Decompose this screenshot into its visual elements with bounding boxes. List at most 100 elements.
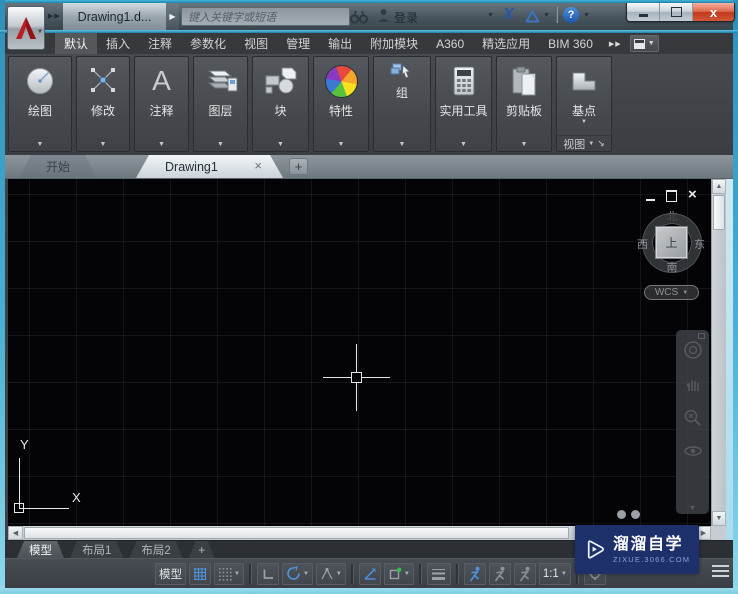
sign-in-dropdown-icon[interactable]: ▼ <box>487 12 494 19</box>
panel-group-expander[interactable]: ▼ <box>374 137 430 151</box>
panel-launcher-icon[interactable]: ↘ <box>597 138 605 149</box>
exchange-x-icon[interactable]: X <box>503 6 514 24</box>
a360-triangle-icon[interactable] <box>525 10 540 23</box>
close-button[interactable]: x <box>693 3 734 21</box>
panel-clipboard-button[interactable]: 剪贴板 <box>497 57 551 137</box>
panel-draw-expander[interactable]: ▼ <box>9 137 71 151</box>
panel-block-button[interactable]: 块 <box>253 57 308 137</box>
help-dropdown-icon[interactable]: ▼ <box>583 12 590 19</box>
panel-draw-button[interactable]: 绘图 <box>9 57 71 137</box>
layout-tab-model[interactable]: 模型 <box>17 541 64 558</box>
viewcube-east[interactable]: 东 <box>694 236 705 252</box>
panel-layers-expander[interactable]: ▼ <box>194 137 247 151</box>
customization-menu-button[interactable] <box>712 565 729 577</box>
vertical-scroll-thumb[interactable] <box>713 195 725 230</box>
panel-annotate-button[interactable]: A 注释 <box>135 57 188 137</box>
panel-group-button[interactable]: 组 <box>374 57 430 137</box>
application-menu-button[interactable]: ▼ <box>7 6 45 50</box>
annotation-autoscale-button[interactable] <box>488 562 511 585</box>
ribbon-tabs-overflow-icon[interactable]: ▶▶ <box>609 40 622 48</box>
panel-modify-expander[interactable]: ▼ <box>77 137 129 151</box>
snap-mode-button[interactable]: ▼ <box>214 562 244 585</box>
close-icon[interactable]: × <box>254 159 262 173</box>
chevron-down-icon[interactable]: ▼ <box>303 571 309 577</box>
view-panel-footer[interactable]: 视图 ▼ ↘ <box>557 135 611 151</box>
chevron-down-icon[interactable]: ▼ <box>561 571 567 577</box>
panel-annotate-expander[interactable]: ▼ <box>135 137 188 151</box>
ribbon-tab-output[interactable]: 输出 <box>319 33 361 54</box>
panel-properties-expander[interactable]: ▼ <box>314 137 368 151</box>
ribbon-tab-annotate[interactable]: 注释 <box>139 33 181 54</box>
ribbon-tab-parametric[interactable]: 参数化 <box>181 33 235 54</box>
ribbon-tab-featured-apps[interactable]: 精选应用 <box>473 33 539 54</box>
lineweight-button[interactable] <box>426 562 451 585</box>
ribbon-tab-bim360[interactable]: BIM 360 <box>539 33 602 54</box>
search-binoculars-icon[interactable] <box>349 9 369 24</box>
chevron-down-icon[interactable]: ▼ <box>234 571 240 577</box>
object-snap-button[interactable]: ▼ <box>383 562 414 585</box>
drawing-canvas[interactable]: × 北 西 上 东 南 WCS ▼ ▼ Y X <box>8 179 711 526</box>
a360-dropdown-icon[interactable]: ▼ <box>543 12 550 19</box>
wcs-dropdown[interactable]: WCS ▼ <box>644 285 699 300</box>
scroll-down-icon[interactable]: ▼ <box>712 511 726 526</box>
file-tab-start[interactable]: 开始 <box>19 155 97 178</box>
isometric-drafting-button[interactable]: ▼ <box>315 562 346 585</box>
sign-in-button[interactable]: 登录 <box>394 9 418 26</box>
file-tab-bar: 开始 Drawing1 × + <box>5 155 733 179</box>
pan-hand-icon[interactable] <box>684 375 702 393</box>
scroll-up-icon[interactable]: ▲ <box>712 179 726 194</box>
panel-utilities-expander[interactable]: ▼ <box>436 137 491 151</box>
ribbon-tab-a360[interactable]: A360 <box>427 33 473 54</box>
viewcube-south[interactable]: 南 <box>630 259 711 275</box>
horizontal-scroll-thumb[interactable] <box>24 527 569 539</box>
document-title-arrow-icon[interactable]: ▶ <box>166 3 179 30</box>
navbar-more-icon[interactable]: ▼ <box>676 505 709 512</box>
ribbon-tab-addins[interactable]: 附加模块 <box>361 33 427 54</box>
viewcube[interactable]: 北 西 上 东 南 WCS ▼ <box>630 208 711 301</box>
ribbon-tab-manage[interactable]: 管理 <box>277 33 319 54</box>
annotation-scale-value-button[interactable]: 1:1 ▼ <box>538 562 571 585</box>
file-tab-drawing1[interactable]: Drawing1 × <box>136 155 283 178</box>
panel-utilities-button[interactable]: 实用工具 <box>436 57 491 137</box>
viewcube-top-face[interactable]: 上 <box>655 226 688 259</box>
ribbon-tab-home[interactable]: 默认 <box>55 33 98 54</box>
annotation-visibility-button[interactable] <box>463 562 486 585</box>
object-snap-tracking-button[interactable] <box>358 562 381 585</box>
ribbon-tab-view[interactable]: 视图 <box>235 33 277 54</box>
vertical-scrollbar[interactable]: ▲ ▼ <box>711 179 726 526</box>
panel-clipboard-expander[interactable]: ▼ <box>497 137 551 151</box>
search-input[interactable]: 键入关键字或短语 <box>181 7 350 26</box>
viewcube-west[interactable]: 西 <box>637 236 648 252</box>
chevron-down-icon[interactable]: ▼ <box>404 571 410 577</box>
base-point-button[interactable]: 基点 ▼ <box>557 57 611 135</box>
maximize-button[interactable] <box>660 3 693 21</box>
orbit-icon[interactable] <box>683 443 703 459</box>
help-button[interactable]: ? <box>563 7 579 23</box>
scroll-left-icon[interactable]: ◀ <box>8 526 23 540</box>
ribbon-tab-insert[interactable]: 插入 <box>97 33 139 54</box>
panel-modify-button[interactable]: 修改 <box>77 57 129 137</box>
panel-properties-button[interactable]: 特性 <box>314 57 368 137</box>
annotation-scale-list-button[interactable] <box>513 562 536 585</box>
zoom-magnifier-icon[interactable] <box>683 408 703 428</box>
drawing-close-icon[interactable]: × <box>688 187 697 202</box>
grid-display-button[interactable] <box>189 562 211 585</box>
drawing-restore-icon[interactable] <box>666 190 677 202</box>
clipboard-icon <box>509 62 539 100</box>
chevron-down-icon[interactable]: ▼ <box>336 571 342 577</box>
panel-block-expander[interactable]: ▼ <box>253 137 308 151</box>
ribbon-display-toggle[interactable]: ▼ <box>629 35 659 52</box>
minimize-button[interactable] <box>627 3 660 21</box>
model-space-button[interactable]: 模型 <box>155 562 186 585</box>
ortho-mode-button[interactable] <box>256 562 279 585</box>
layout-tab-layout1[interactable]: 布局1 <box>70 541 123 558</box>
new-layout-button[interactable]: + <box>189 541 215 558</box>
layout-tab-layout2[interactable]: 布局2 <box>129 541 182 558</box>
snap-icon <box>219 567 232 581</box>
new-tab-button[interactable]: + <box>289 158 308 175</box>
panel-layers-button[interactable]: 图层 <box>194 57 247 137</box>
quick-access-expand-icon[interactable]: ▶▶ <box>48 12 61 20</box>
drawing-minimize-icon[interactable] <box>646 198 655 201</box>
navigation-wheel-icon[interactable] <box>683 340 703 360</box>
polar-tracking-button[interactable]: ▼ <box>281 562 313 585</box>
